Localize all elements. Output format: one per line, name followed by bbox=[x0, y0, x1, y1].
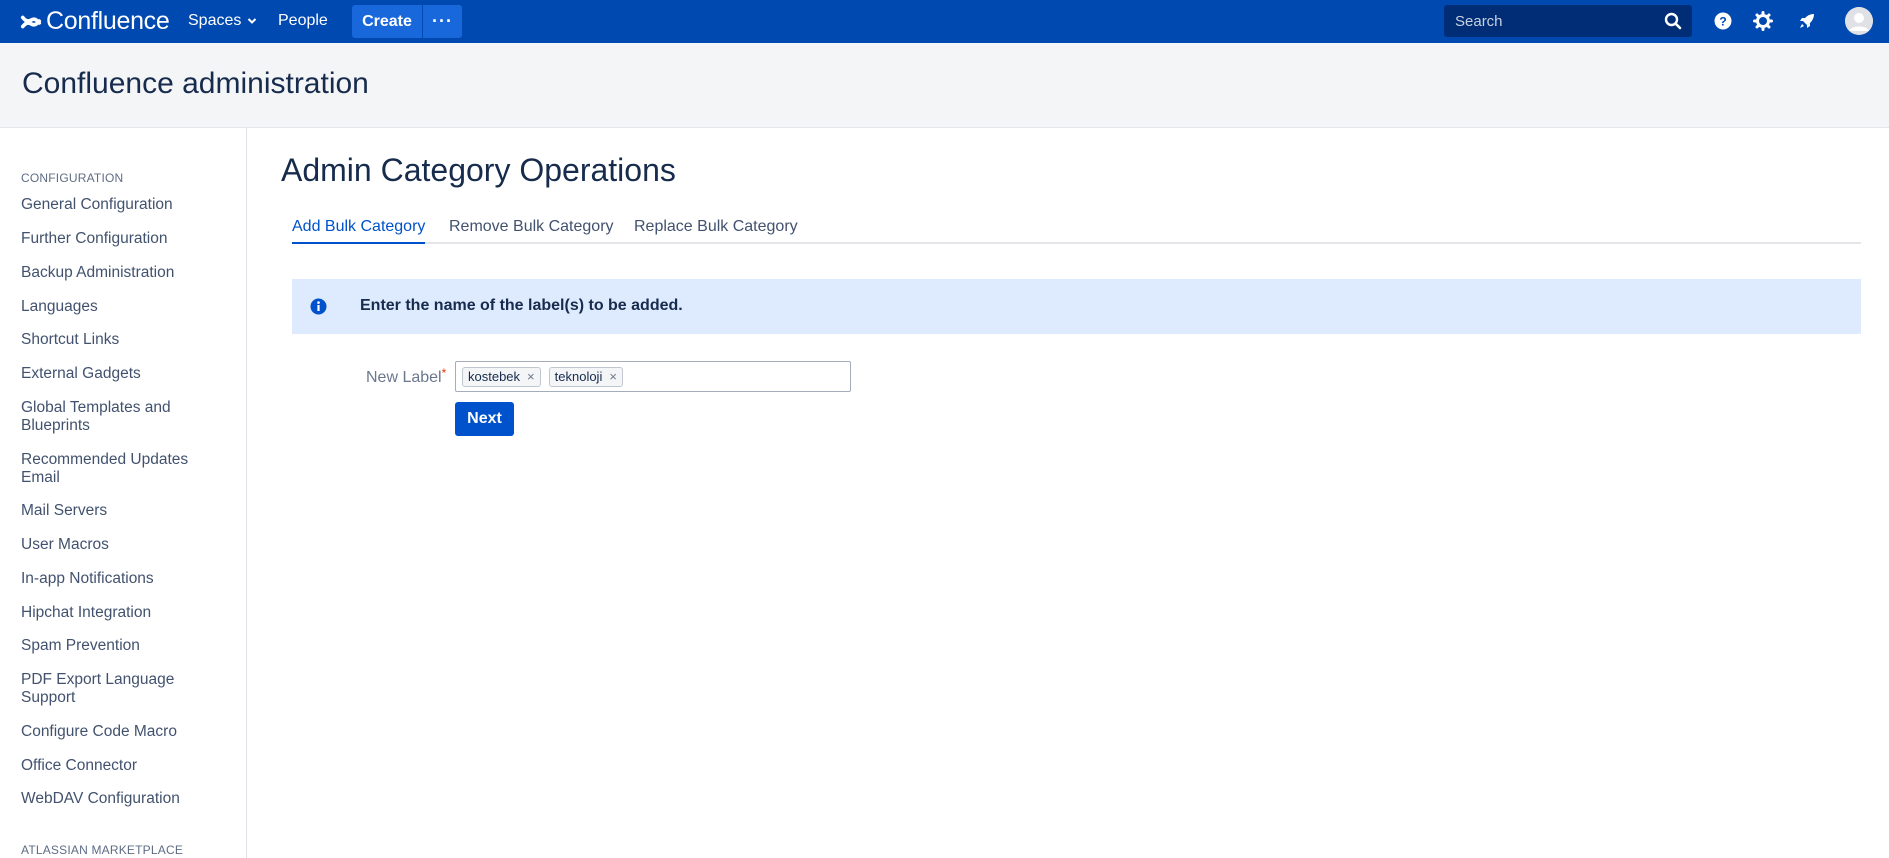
sidebar-item-office-connector[interactable]: Office Connector bbox=[21, 757, 221, 775]
info-message-box: Enter the name of the label(s) to be add… bbox=[292, 279, 1861, 334]
sidebar-item-languages[interactable]: Languages bbox=[21, 298, 221, 316]
spaces-menu[interactable]: Spaces bbox=[188, 12, 257, 30]
sidebar-item-pdf-export-language[interactable]: PDF Export Language Support bbox=[21, 671, 191, 707]
new-label-text: New Label bbox=[366, 369, 442, 386]
sidebar-item-further-configuration[interactable]: Further Configuration bbox=[21, 230, 221, 248]
confluence-logo-icon bbox=[20, 15, 42, 28]
sidebar-item-mail-servers[interactable]: Mail Servers bbox=[21, 502, 221, 520]
more-icon: ··· bbox=[432, 11, 453, 31]
rocket-icon[interactable] bbox=[1797, 11, 1817, 31]
user-avatar[interactable] bbox=[1845, 7, 1873, 35]
label-chip-text: kostebek bbox=[468, 369, 521, 384]
people-link[interactable]: People bbox=[278, 12, 328, 30]
main-title: Admin Category Operations bbox=[281, 152, 676, 188]
top-navigation-bar: Confluence Spaces People Create ··· ? bbox=[0, 0, 1889, 43]
admin-sidebar: CONFIGURATION General Configuration Furt… bbox=[0, 128, 247, 858]
create-button[interactable]: Create bbox=[352, 5, 422, 38]
tab-replace-bulk-category[interactable]: Replace Bulk Category bbox=[634, 218, 798, 242]
spaces-label: Spaces bbox=[188, 12, 242, 29]
sidebar-item-user-macros[interactable]: User Macros bbox=[21, 536, 221, 554]
next-button[interactable]: Next bbox=[455, 402, 514, 436]
info-message-text: Enter the name of the label(s) to be add… bbox=[360, 297, 683, 314]
search-box bbox=[1444, 5, 1692, 37]
required-indicator: * bbox=[441, 366, 447, 380]
sidebar-item-external-gadgets[interactable]: External Gadgets bbox=[21, 365, 221, 383]
remove-chip-icon[interactable]: × bbox=[527, 369, 535, 384]
tab-add-bulk-category[interactable]: Add Bulk Category bbox=[292, 218, 426, 244]
sidebar-item-shortcut-links[interactable]: Shortcut Links bbox=[21, 331, 221, 349]
page-header: Confluence administration bbox=[0, 43, 1889, 128]
sidebar-item-backup-administration[interactable]: Backup Administration bbox=[21, 264, 221, 282]
more-create-options-button[interactable]: ··· bbox=[423, 5, 462, 38]
sidebar-item-webdav-configuration[interactable]: WebDAV Configuration bbox=[21, 790, 221, 808]
tab-remove-bulk-category[interactable]: Remove Bulk Category bbox=[449, 218, 614, 242]
logo-text: Confluence bbox=[46, 7, 170, 35]
new-label-input[interactable]: kostebek × teknoloji × bbox=[455, 361, 851, 392]
sidebar-item-global-templates[interactable]: Global Templates and Blueprints bbox=[21, 399, 191, 435]
sidebar-heading-configuration: CONFIGURATION bbox=[21, 171, 124, 185]
gear-icon[interactable] bbox=[1753, 11, 1773, 31]
confluence-logo[interactable]: Confluence bbox=[20, 7, 170, 36]
sidebar-heading-marketplace: ATLASSIAN MARKETPLACE bbox=[21, 843, 184, 857]
page-title: Confluence administration bbox=[22, 67, 369, 100]
sidebar-item-general-configuration[interactable]: General Configuration bbox=[21, 196, 221, 214]
remove-chip-icon[interactable]: × bbox=[609, 369, 617, 384]
chevron-down-icon bbox=[248, 18, 257, 24]
sidebar-item-configure-code-macro[interactable]: Configure Code Macro bbox=[21, 723, 221, 741]
user-avatar-icon bbox=[1845, 7, 1873, 35]
sidebar-item-spam-prevention[interactable]: Spam Prevention bbox=[21, 637, 221, 655]
search-icon[interactable] bbox=[1664, 12, 1682, 30]
label-chip: kostebek × bbox=[462, 366, 541, 387]
search-input[interactable] bbox=[1444, 12, 1654, 30]
help-icon[interactable]: ? bbox=[1713, 11, 1733, 31]
label-chip-text: teknoloji bbox=[554, 369, 603, 384]
sidebar-item-recommended-updates[interactable]: Recommended Updates Email bbox=[21, 451, 191, 487]
operation-tabs: Add Bulk Category Remove Bulk Category R… bbox=[292, 216, 1861, 244]
new-label-field-label: New Label* bbox=[366, 366, 447, 387]
svg-text:?: ? bbox=[1719, 15, 1726, 29]
sidebar-item-hipchat-integration[interactable]: Hipchat Integration bbox=[21, 604, 221, 622]
info-icon bbox=[310, 298, 327, 315]
label-chip: teknoloji × bbox=[548, 366, 623, 387]
sidebar-item-in-app-notifications[interactable]: In-app Notifications bbox=[21, 570, 221, 588]
